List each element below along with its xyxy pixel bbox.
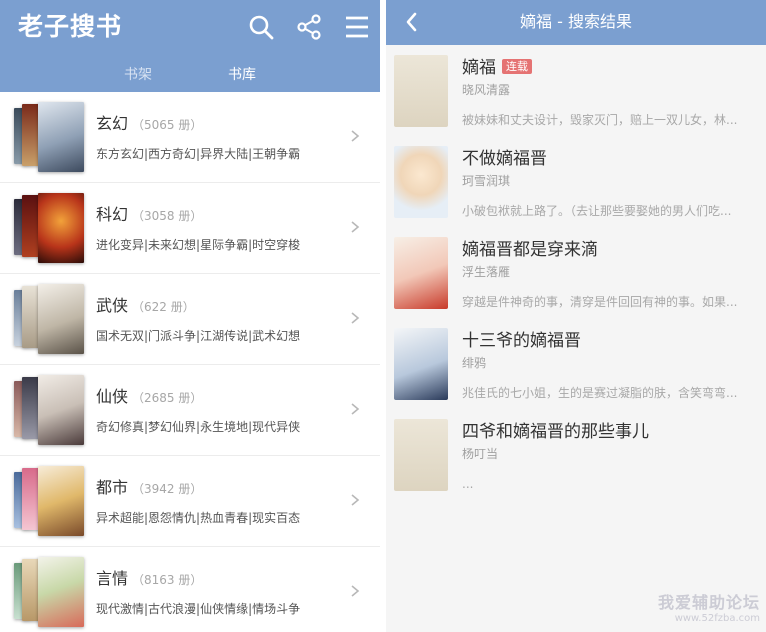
category-row-xianxia[interactable]: 仙侠 （2685 册） 奇幻修真|梦幻仙界|永生境地|现代异侠	[0, 365, 380, 456]
book-title: 十三爷的嫡福晋	[462, 331, 581, 351]
book-author: 绯鸦	[462, 356, 487, 370]
category-tags: 进化变异|未来幻想|星际争霸|时空穿梭	[96, 238, 301, 252]
chevron-right-icon	[351, 221, 360, 233]
category-cover-stack	[14, 284, 86, 356]
category-name: 仙侠	[96, 387, 129, 406]
book-description: 兆佳氏的七小姐，生的是赛过凝脂的肤，含笑弯弯...	[462, 386, 738, 400]
category-name: 科幻	[96, 205, 129, 224]
category-tags: 国术无双|门派斗争|江湖传说|武术幻想	[96, 329, 301, 343]
category-cover-stack	[14, 375, 86, 447]
result-item[interactable]: 嫡福 连载 晓风清露 被妹妹和丈夫设计，毁家灭门，赔上一双儿女，林...	[386, 45, 766, 136]
category-count: （2685 册）	[132, 391, 203, 405]
result-item[interactable]: 四爷和嫡福晋的那些事儿 杨叮当 ...	[386, 409, 766, 500]
chevron-right-icon	[351, 130, 360, 142]
category-row-dushi[interactable]: 都市 （3942 册） 异术超能|恩怨情仇|热血青春|现实百态	[0, 456, 380, 547]
search-results-panel: 嫡福 - 搜索结果 嫡福 连载 晓风清露 被妹妹和丈夫设计，毁家灭门，赔上一双儿女…	[386, 0, 766, 632]
result-item[interactable]: 嫡福晋都是穿来滴 浮生落雁 穿越是件神奇的事，清穿是件回回有神的事。如果...	[386, 227, 766, 318]
category-count: （8163 册）	[132, 573, 203, 587]
category-tags: 奇幻修真|梦幻仙界|永生境地|现代异侠	[96, 420, 301, 434]
chevron-right-icon	[351, 312, 360, 324]
category-tags: 东方玄幻|西方奇幻|异界大陆|王朝争霸	[96, 147, 301, 161]
book-description: 小破包袱就上路了。（去让那些要娶她的男人们吃...	[462, 204, 732, 218]
category-cover-stack	[14, 102, 86, 174]
watermark-line1: 我爱辅助论坛	[657, 593, 760, 612]
category-cover-stack	[14, 466, 86, 538]
chevron-right-icon	[351, 494, 360, 506]
share-icon[interactable]	[294, 12, 324, 42]
category-row-yanqing[interactable]: 言情 （8163 册） 现代激情|古代浪漫|仙侠情缘|情场斗争	[0, 547, 380, 632]
book-author: 浮生落雁	[462, 265, 511, 279]
category-cover-stack	[14, 557, 86, 629]
library-panel: 老子搜书 书架 书库 玄幻 （5065 册） 东方玄幻|西方奇幻|异界大陆|王朝争…	[0, 0, 380, 632]
book-title: 不做嫡福晋	[462, 149, 547, 169]
results-header: 嫡福 - 搜索结果	[386, 0, 766, 45]
category-count: （3058 册）	[132, 209, 203, 223]
chevron-right-icon	[351, 403, 360, 415]
book-cover	[394, 55, 448, 127]
category-cover-stack	[14, 193, 86, 265]
book-title: 嫡福晋都是穿来滴	[462, 240, 598, 260]
book-author: 珂雪润琪	[462, 174, 511, 188]
tab-bookshelf[interactable]: 书架	[124, 66, 152, 84]
chevron-right-icon	[351, 585, 360, 597]
category-tags: 现代激情|古代浪漫|仙侠情缘|情场斗争	[96, 602, 301, 616]
book-author: 杨叮当	[462, 447, 499, 461]
category-name: 玄幻	[96, 114, 129, 133]
app-title: 老子搜书	[18, 12, 123, 41]
category-count: （5065 册）	[132, 118, 203, 132]
book-cover	[394, 146, 448, 218]
watermark: 我爱辅助论坛 www.52fzba.com	[658, 589, 760, 624]
result-item[interactable]: 不做嫡福晋 珂雪润琪 小破包袱就上路了。（去让那些要娶她的男人们吃...	[386, 136, 766, 227]
book-description: 穿越是件神奇的事，清穿是件回回有神的事。如果...	[462, 295, 738, 309]
category-tags: 异术超能|恩怨情仇|热血青春|现实百态	[96, 511, 301, 525]
watermark-line2: www.52fzba.com	[674, 613, 760, 624]
menu-icon[interactable]	[342, 12, 372, 42]
book-cover	[394, 237, 448, 309]
category-name: 言情	[96, 569, 129, 588]
category-count: （3942 册）	[132, 482, 203, 496]
book-description: ...	[462, 477, 474, 491]
category-name: 都市	[96, 478, 129, 497]
results-title: 嫡福 - 搜索结果	[520, 12, 632, 31]
book-title: 嫡福	[462, 58, 496, 78]
serializing-badge: 连载	[502, 59, 532, 74]
category-row-kehuan[interactable]: 科幻 （3058 册） 进化变异|未来幻想|星际争霸|时空穿梭	[0, 183, 380, 274]
book-author: 晓风清露	[462, 83, 511, 97]
category-row-xuanhuan[interactable]: 玄幻 （5065 册） 东方玄幻|西方奇幻|异界大陆|王朝争霸	[0, 92, 380, 183]
book-title: 四爷和嫡福晋的那些事儿	[462, 422, 649, 442]
category-name: 武侠	[96, 296, 129, 315]
result-item[interactable]: 十三爷的嫡福晋 绯鸦 兆佳氏的七小姐，生的是赛过凝脂的肤，含笑弯弯...	[386, 318, 766, 409]
tab-library[interactable]: 书库	[228, 66, 256, 84]
book-cover	[394, 419, 448, 491]
search-icon[interactable]	[246, 12, 276, 42]
category-row-wuxia[interactable]: 武侠 （622 册） 国术无双|门派斗争|江湖传说|武术幻想	[0, 274, 380, 365]
app-header: 老子搜书 书架 书库	[0, 0, 380, 92]
category-count: （622 册）	[132, 300, 195, 314]
book-cover	[394, 328, 448, 400]
book-description: 被妹妹和丈夫设计，毁家灭门，赔上一双儿女，林...	[462, 113, 738, 127]
